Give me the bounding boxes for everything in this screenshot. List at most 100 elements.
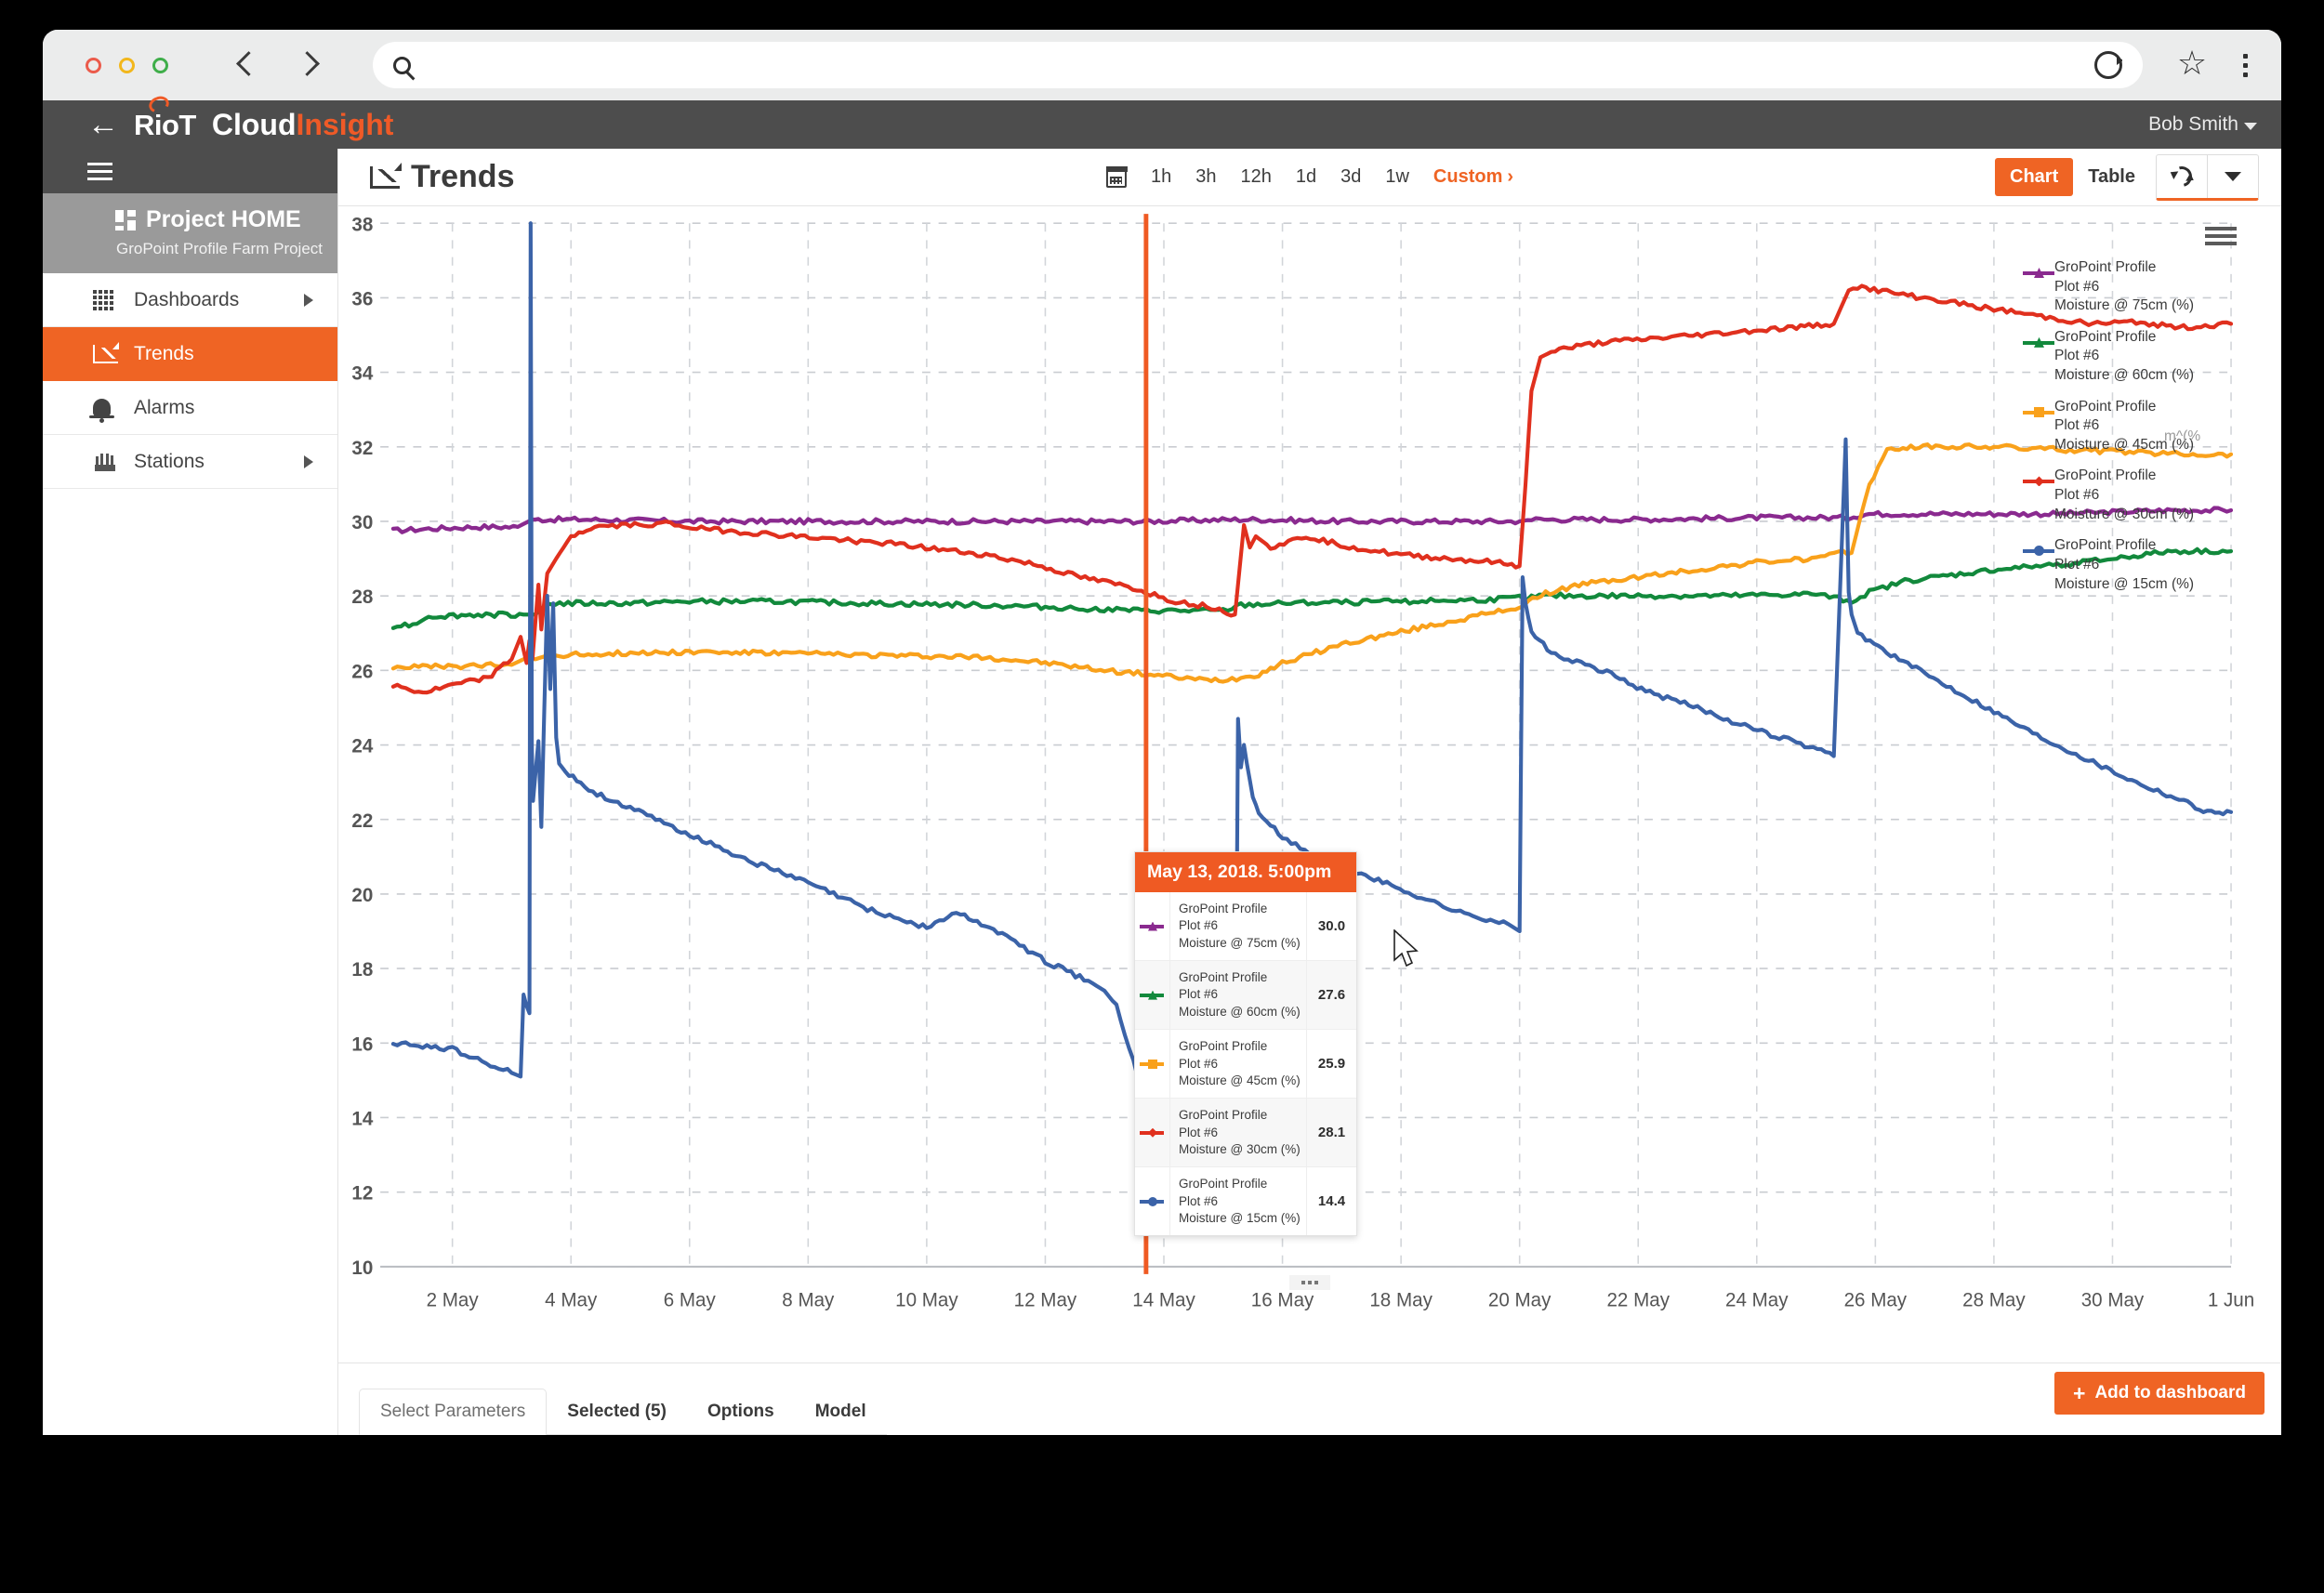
forward-arrow-icon[interactable]: [297, 49, 321, 81]
tooltip-name-line2: Plot #6: [1179, 987, 1219, 1002]
tab-select-parameters[interactable]: Select Parameters: [359, 1389, 548, 1435]
sidebar-item-dashboards[interactable]: Dashboards: [43, 273, 337, 327]
tooltip-symbol: [1135, 892, 1170, 961]
trend-chart[interactable]: 10 12 14 16 18 20 22 24 26 28 30 32 34 36 38 2 May 4 May…: [338, 206, 2281, 1363]
back-arrow-icon[interactable]: [235, 49, 259, 81]
tab-model[interactable]: Model: [794, 1389, 887, 1435]
legend-item-30cm[interactable]: GroPoint Profile Plot #6 Moisture @ 30cm…: [2023, 467, 2272, 524]
page-title: Trends: [370, 159, 514, 195]
address-bar[interactable]: [373, 42, 2143, 88]
calendar-icon[interactable]: [1105, 166, 1128, 188]
maximize-window-button[interactable]: [152, 57, 168, 73]
page-title-label: Trends: [411, 159, 515, 194]
legend-label-line1: GroPoint Profile: [2054, 537, 2157, 554]
legend-item-45cm[interactable]: GroPoint Profile Plot #6 Moisture @ 45cm…: [2023, 398, 2272, 455]
hamburger-menu-icon[interactable]: [87, 162, 112, 180]
tooltip-symbol: [1135, 1099, 1170, 1167]
range-3h[interactable]: 3h: [1195, 166, 1216, 188]
svg-text:4 May: 4 May: [545, 1289, 598, 1310]
user-name-label: Bob Smith: [2148, 113, 2238, 135]
chevron-down-icon: [2244, 123, 2257, 130]
legend-label-line1: GroPoint Profile: [2054, 467, 2157, 484]
tooltip-symbol: [1135, 1167, 1170, 1236]
tooltip-name-line3: Moisture @ 75cm (%): [1179, 935, 1301, 950]
star-icon[interactable]: ☆: [2176, 46, 2208, 81]
svg-text:14: 14: [351, 1108, 373, 1129]
refresh-options-button[interactable]: [2208, 155, 2258, 198]
tooltip-name-line2: Plot #6: [1179, 918, 1219, 933]
legend-symbol: [2023, 476, 2054, 487]
legend-item-15cm[interactable]: GroPoint Profile Plot #6 Moisture @ 15cm…: [2023, 536, 2272, 594]
sidebar-item-stations[interactable]: Stations: [43, 435, 337, 489]
tooltip-name-line1: GroPoint Profile: [1179, 1108, 1268, 1123]
tab-selected[interactable]: Selected (5): [547, 1389, 687, 1435]
tooltip-name-line1: GroPoint Profile: [1179, 1039, 1268, 1054]
svg-text:10 May: 10 May: [895, 1289, 958, 1310]
app-header: ← RioT CloudInsight Bob Smith: [43, 93, 2281, 149]
tooltip-row: GroPoint Profile Plot #6 Moisture @ 75cm…: [1135, 892, 1356, 962]
svg-text:24: 24: [351, 735, 373, 757]
svg-text:16 May: 16 May: [1251, 1289, 1314, 1310]
tooltip-value: 27.6: [1306, 961, 1356, 1030]
sidebar-item-alarms[interactable]: Alarms: [43, 381, 337, 435]
tooltip-row: GroPoint Profile Plot #6 Moisture @ 45cm…: [1135, 1030, 1356, 1099]
legend-symbol: [2023, 268, 2054, 279]
legend-overlap-text: m^(%: [2164, 428, 2201, 444]
browser-window: ☆ ← RioT CloudInsight Bob Smith Project …: [43, 30, 2281, 1435]
tooltip-value: 30.0: [1306, 892, 1356, 961]
range-3d[interactable]: 3d: [1340, 166, 1361, 188]
svg-text:16: 16: [351, 1033, 373, 1055]
reload-icon[interactable]: [2094, 51, 2122, 79]
user-menu[interactable]: Bob Smith: [2148, 113, 2281, 136]
drag-handle-icon[interactable]: [1289, 1275, 1330, 1290]
tooltip-value: 25.9: [1306, 1030, 1356, 1099]
legend-item-60cm[interactable]: GroPoint Profile Plot #6 Moisture @ 60cm…: [2023, 328, 2272, 386]
time-range-selector: 1h 3h 12h 1d 3d 1w Custom ›: [1105, 166, 1513, 188]
svg-text:12: 12: [351, 1182, 373, 1204]
tooltip-symbol: [1135, 1030, 1170, 1099]
legend-label-line1: GroPoint Profile: [2054, 259, 2157, 275]
range-1h[interactable]: 1h: [1151, 166, 1171, 188]
svg-text:32: 32: [351, 438, 373, 459]
tooltip-name-line2: Plot #6: [1179, 1056, 1219, 1071]
svg-text:30 May: 30 May: [2081, 1289, 2145, 1310]
tab-options[interactable]: Options: [686, 1389, 795, 1435]
project-banner[interactable]: Project HOME GroPoint Profile Farm Proje…: [43, 193, 337, 273]
sidebar-item-trends[interactable]: Trends: [43, 327, 337, 381]
chevron-right-icon: [304, 454, 313, 468]
close-window-button[interactable]: [86, 57, 101, 73]
tooltip-value: 14.4: [1306, 1167, 1356, 1236]
svg-text:20 May: 20 May: [1488, 1289, 1552, 1310]
svg-text:30: 30: [351, 512, 373, 533]
svg-text:18 May: 18 May: [1369, 1289, 1433, 1310]
legend-label-line2: Plot #6: [2054, 348, 2100, 364]
chart-view-button[interactable]: Chart: [1995, 158, 2074, 196]
hamburger-menu-icon[interactable]: [2205, 227, 2237, 245]
kebab-menu-icon[interactable]: [2243, 53, 2248, 77]
app-brand: RioT CloudInsight: [134, 93, 393, 142]
svg-text:10: 10: [351, 1257, 373, 1279]
range-12h[interactable]: 12h: [1240, 166, 1271, 188]
app-back-arrow-icon[interactable]: ←: [87, 109, 119, 140]
add-to-dashboard-button[interactable]: + Add to dashboard: [2054, 1372, 2265, 1415]
svg-text:28: 28: [351, 586, 373, 608]
plus-icon: +: [2073, 1380, 2086, 1405]
tooltip-name-line3: Moisture @ 60cm (%): [1179, 1004, 1301, 1019]
legend-item-75cm[interactable]: GroPoint Profile Plot #6 Moisture @ 75cm…: [2023, 258, 2272, 316]
sidebar-label-trends: Trends: [134, 342, 194, 364]
refresh-icon: [2167, 162, 2197, 191]
range-custom[interactable]: Custom ›: [1433, 166, 1513, 188]
tooltip-name-line1: GroPoint Profile: [1179, 970, 1268, 985]
refresh-button[interactable]: [2157, 155, 2207, 198]
svg-text:18: 18: [351, 959, 373, 981]
svg-text:20: 20: [351, 885, 373, 906]
table-view-button[interactable]: Table: [2073, 158, 2150, 196]
legend-label-line2: Plot #6: [2054, 278, 2100, 295]
svg-text:2 May: 2 May: [427, 1289, 480, 1310]
tooltip-row: GroPoint Profile Plot #6 Moisture @ 60cm…: [1135, 961, 1356, 1031]
svg-text:28 May: 28 May: [1962, 1289, 2026, 1310]
minimize-window-button[interactable]: [119, 57, 135, 73]
range-1d[interactable]: 1d: [1296, 166, 1316, 188]
sidebar-toggle[interactable]: [43, 149, 337, 193]
range-1w[interactable]: 1w: [1385, 166, 1409, 188]
